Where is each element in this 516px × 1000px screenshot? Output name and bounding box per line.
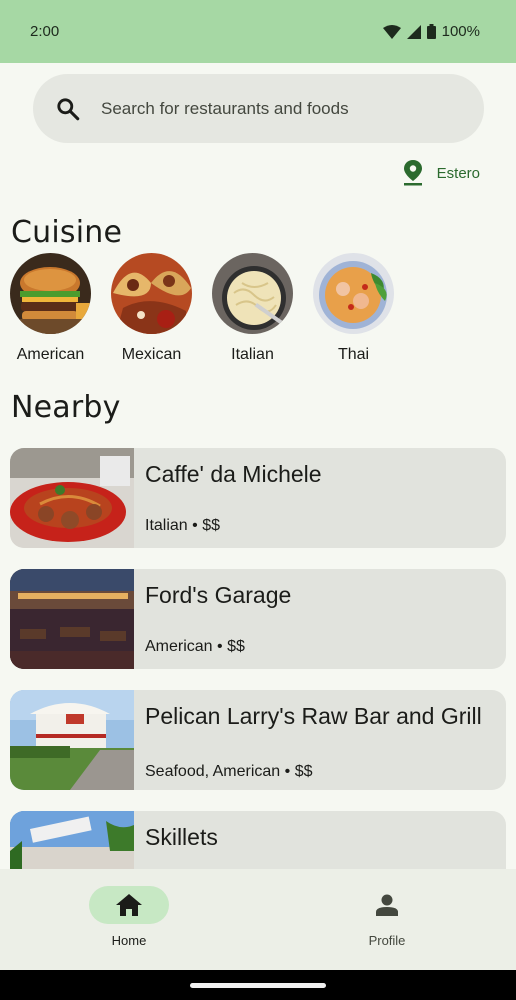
battery-percent: 100% — [441, 23, 480, 40]
tacos-image — [111, 253, 192, 334]
restaurant-card-pelican-larrys[interactable]: Pelican Larry's Raw Bar and Grill Seafoo… — [10, 690, 506, 790]
person-icon — [376, 894, 398, 916]
restaurant-card-fords-garage[interactable]: Ford's Garage American • $$ — [10, 569, 506, 669]
restaurant-name: Caffe' da Michele — [145, 461, 322, 487]
nav-item-home[interactable]: Home — [0, 869, 258, 970]
nav-item-profile[interactable]: Profile — [258, 869, 516, 970]
cuisine-item-italian[interactable]: Italian — [212, 253, 293, 364]
cuisine-label: Thai — [337, 346, 370, 363]
home-icon — [116, 894, 142, 916]
cuisine-label: American — [16, 346, 85, 363]
nav-label-home: Home — [111, 933, 147, 948]
cuisine-list: American Mexican Italian Thai — [10, 253, 394, 364]
battery-icon — [426, 24, 436, 39]
gesture-handle[interactable] — [190, 983, 326, 988]
status-time: 2:00 — [30, 23, 60, 40]
location-city: Estero — [436, 164, 480, 182]
location-pin-icon — [403, 160, 422, 186]
search-icon — [57, 97, 80, 120]
wifi-icon — [382, 24, 401, 39]
nav-label-profile: Profile — [368, 933, 406, 948]
cuisine-label: Mexican — [121, 346, 182, 363]
cuisine-item-thai[interactable]: Thai — [313, 253, 394, 364]
restaurant-list: Caffe' da Michele Italian • $$ Ford's Ga… — [10, 448, 506, 932]
restaurant-card-caffe-da-michele[interactable]: Caffe' da Michele Italian • $$ — [10, 448, 506, 548]
search-input[interactable] — [101, 98, 431, 119]
restaurant-name: Ford's Garage — [145, 582, 292, 608]
restaurant-meta: Seafood, American • $$ — [145, 763, 313, 780]
thai-curry-image — [313, 253, 394, 334]
status-icons: 100% — [382, 23, 480, 40]
burger-image — [10, 253, 91, 334]
cuisine-label: Italian — [231, 346, 274, 363]
location-selector[interactable]: Estero — [403, 160, 480, 186]
restaurant-image — [10, 448, 134, 548]
system-gesture-area — [0, 970, 516, 1000]
restaurant-meta: American • $$ — [145, 638, 245, 655]
cuisine-title: Cuisine — [11, 215, 123, 250]
nav-active-indicator — [89, 886, 169, 924]
restaurant-image — [10, 569, 134, 669]
cuisine-item-american[interactable]: American — [10, 253, 91, 364]
restaurant-name: Skillets — [145, 824, 218, 850]
nearby-title: Nearby — [11, 390, 121, 425]
cuisine-item-mexican[interactable]: Mexican — [111, 253, 192, 364]
status-bar: 2:00 100% — [0, 0, 516, 63]
restaurant-image — [10, 690, 134, 790]
nav-pill — [347, 886, 427, 924]
bottom-navigation: Home Profile — [0, 869, 516, 970]
restaurant-name: Pelican Larry's Raw Bar and Grill — [145, 703, 482, 729]
search-bar[interactable] — [33, 74, 484, 143]
pasta-image — [212, 253, 293, 334]
cellular-signal-icon — [406, 24, 421, 39]
restaurant-meta: Italian • $$ — [145, 517, 220, 534]
